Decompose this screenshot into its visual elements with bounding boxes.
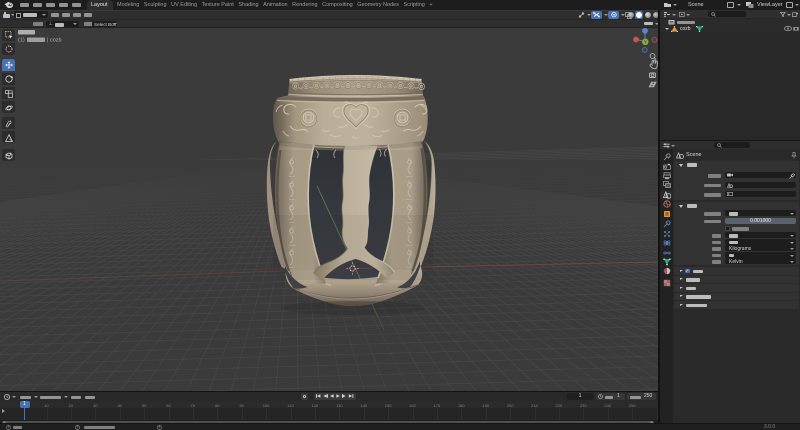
svg-text:(1): (1) [18,38,25,44]
svg-text:Y: Y [644,40,647,45]
svg-text:| cozb: | cozb [47,38,62,44]
